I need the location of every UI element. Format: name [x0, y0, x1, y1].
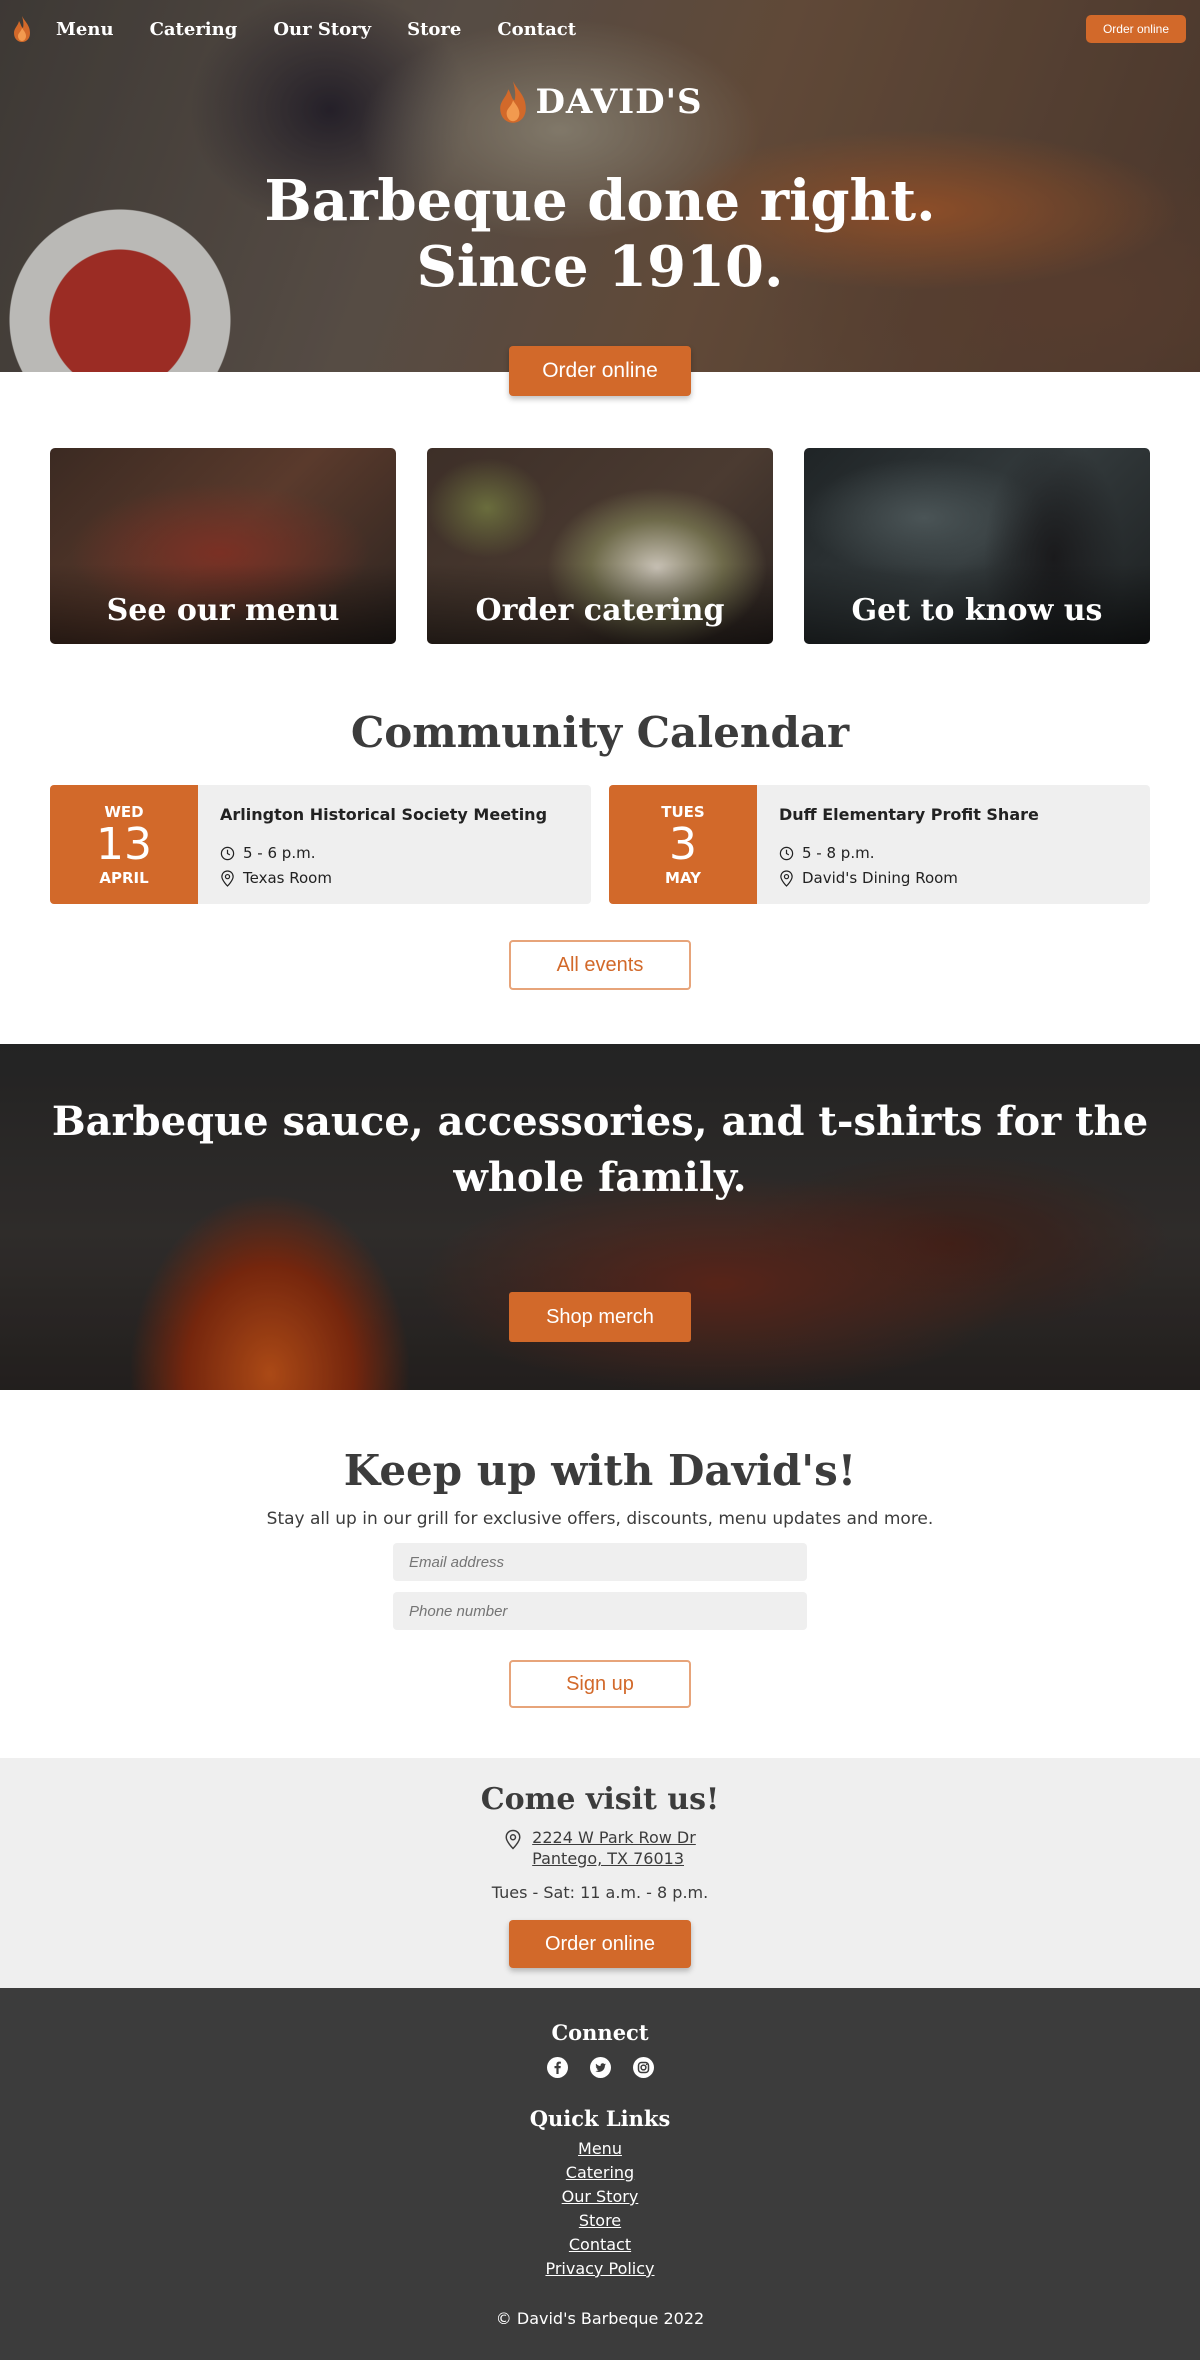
quick-links: Menu Catering Our Story Store Contact Pr…: [0, 2137, 1200, 2281]
event-location: David's Dining Room: [802, 869, 958, 887]
event-date-block: WED 13 APRIL: [50, 785, 198, 904]
event-day: WED: [104, 802, 144, 821]
footer-link-privacy-policy[interactable]: Privacy Policy: [0, 2257, 1200, 2281]
brand-logo: DAVID'S: [0, 78, 1200, 126]
footer-link-menu[interactable]: Menu: [0, 2137, 1200, 2161]
newsletter-subtitle: Stay all up in our grill for exclusive o…: [266, 1509, 934, 1529]
email-field[interactable]: [393, 1543, 807, 1581]
map-pin-icon: [505, 1829, 521, 1850]
footer-link-contact[interactable]: Contact: [0, 2233, 1200, 2257]
merch-banner: Barbeque sauce, accessories, and t-shirt…: [0, 1044, 1200, 1390]
event-location-row: David's Dining Room: [779, 869, 1039, 887]
card-menu-label: See our menu: [106, 593, 340, 628]
event-date-block: TUES 3 MAY: [609, 785, 757, 904]
hero: Menu Catering Our Story Store Contact Or…: [0, 0, 1200, 396]
social-links: [0, 2057, 1200, 2078]
event-card[interactable]: TUES 3 MAY Duff Elementary Profit Share …: [609, 785, 1150, 904]
event-title: Duff Elementary Profit Share: [779, 805, 1039, 824]
event-time: 5 - 8 p.m.: [802, 844, 875, 862]
quick-links-section: Quick Links Menu Catering Our Story Stor…: [0, 2106, 1200, 2281]
footer-link-catering[interactable]: Catering: [0, 2161, 1200, 2185]
address-line1: 2224 W Park Row Dr: [532, 1828, 696, 1847]
address-link[interactable]: 2224 W Park Row Dr Pantego, TX 76013: [532, 1827, 696, 1869]
brand-name: DAVID'S: [535, 82, 703, 122]
event-month: MAY: [665, 868, 701, 887]
event-day: TUES: [661, 802, 705, 821]
visit-title: Come visit us!: [480, 1782, 720, 1817]
event-time-row: 5 - 8 p.m.: [779, 844, 1039, 862]
quick-links-title: Quick Links: [529, 2106, 671, 2131]
phone-field[interactable]: [393, 1592, 807, 1630]
event-time: 5 - 6 p.m.: [243, 844, 316, 862]
visit-order-online-button[interactable]: Order online: [509, 1920, 691, 1968]
connect-title: Connect: [551, 2020, 649, 2045]
newsletter-section: Keep up with David's! Stay all up in our…: [0, 1390, 1200, 1708]
card-about[interactable]: Get to know us: [804, 448, 1150, 644]
event-location: Texas Room: [243, 869, 332, 887]
nav-link-our-story[interactable]: Our Story: [273, 19, 371, 40]
hero-order-online-button[interactable]: Order online: [509, 346, 691, 396]
instagram-icon[interactable]: [632, 2057, 654, 2078]
address-line2: Pantego, TX 76013: [532, 1849, 684, 1868]
all-events-button[interactable]: All events: [509, 940, 691, 990]
hero-title-line2: Since 1910.: [416, 234, 784, 300]
flame-icon: [500, 81, 527, 123]
event-info: Arlington Historical Society Meeting 5 -…: [198, 785, 569, 904]
footer-link-our-story[interactable]: Our Story: [0, 2185, 1200, 2209]
event-info: Duff Elementary Profit Share 5 - 8 p.m. …: [757, 785, 1061, 904]
clock-icon: [220, 846, 235, 860]
event-location-row: Texas Room: [220, 869, 547, 887]
card-catering[interactable]: Order catering: [427, 448, 773, 644]
events-list: WED 13 APRIL Arlington Historical Societ…: [0, 785, 1200, 904]
facebook-icon[interactable]: [546, 2057, 568, 2078]
map-pin-icon: [780, 869, 793, 887]
event-month: APRIL: [99, 868, 149, 887]
copyright: © David's Barbeque 2022: [495, 2309, 705, 2328]
twitter-icon[interactable]: [589, 2057, 611, 2078]
nav-order-online-button[interactable]: Order online: [1085, 15, 1186, 43]
address: 2224 W Park Row Dr Pantego, TX 76013: [0, 1827, 1200, 1869]
card-about-label: Get to know us: [851, 593, 1103, 628]
nav-link-store[interactable]: Store: [407, 19, 461, 40]
map-pin-icon: [221, 869, 234, 887]
nav-link-catering[interactable]: Catering: [150, 19, 238, 40]
sign-up-button[interactable]: Sign up: [509, 1660, 691, 1708]
footer: Connect Quick Links Menu Catering Our St…: [0, 1988, 1200, 2360]
opening-hours: Tues - Sat: 11 a.m. - 8 p.m.: [491, 1883, 709, 1902]
flame-logo-icon[interactable]: [12, 15, 32, 43]
card-catering-label: Order catering: [475, 593, 725, 628]
hero-title: Barbeque done right. Since 1910.: [0, 168, 1200, 300]
calendar-title: Community Calendar: [350, 708, 850, 757]
nav-link-contact[interactable]: Contact: [497, 19, 576, 40]
hero-title-line1: Barbeque done right.: [264, 168, 936, 234]
footer-link-store[interactable]: Store: [0, 2209, 1200, 2233]
event-date-number: 3: [669, 818, 697, 870]
nav-link-menu[interactable]: Menu: [56, 19, 114, 40]
top-nav: Menu Catering Our Story Store Contact Or…: [0, 0, 1200, 58]
card-menu[interactable]: See our menu: [50, 448, 396, 644]
shop-merch-button[interactable]: Shop merch: [509, 1292, 691, 1342]
visit-section: Come visit us! 2224 W Park Row Dr Panteg…: [0, 1758, 1200, 1988]
newsletter-title: Keep up with David's!: [343, 1446, 857, 1495]
feature-cards: See our menu Order catering Get to know …: [0, 372, 1200, 644]
event-date-number: 13: [96, 818, 152, 870]
event-title: Arlington Historical Society Meeting: [220, 805, 548, 824]
clock-icon: [779, 846, 794, 860]
event-time-row: 5 - 6 p.m.: [220, 844, 547, 862]
merch-title: Barbeque sauce, accessories, and t-shirt…: [51, 1098, 1149, 1201]
event-card[interactable]: WED 13 APRIL Arlington Historical Societ…: [50, 785, 591, 904]
